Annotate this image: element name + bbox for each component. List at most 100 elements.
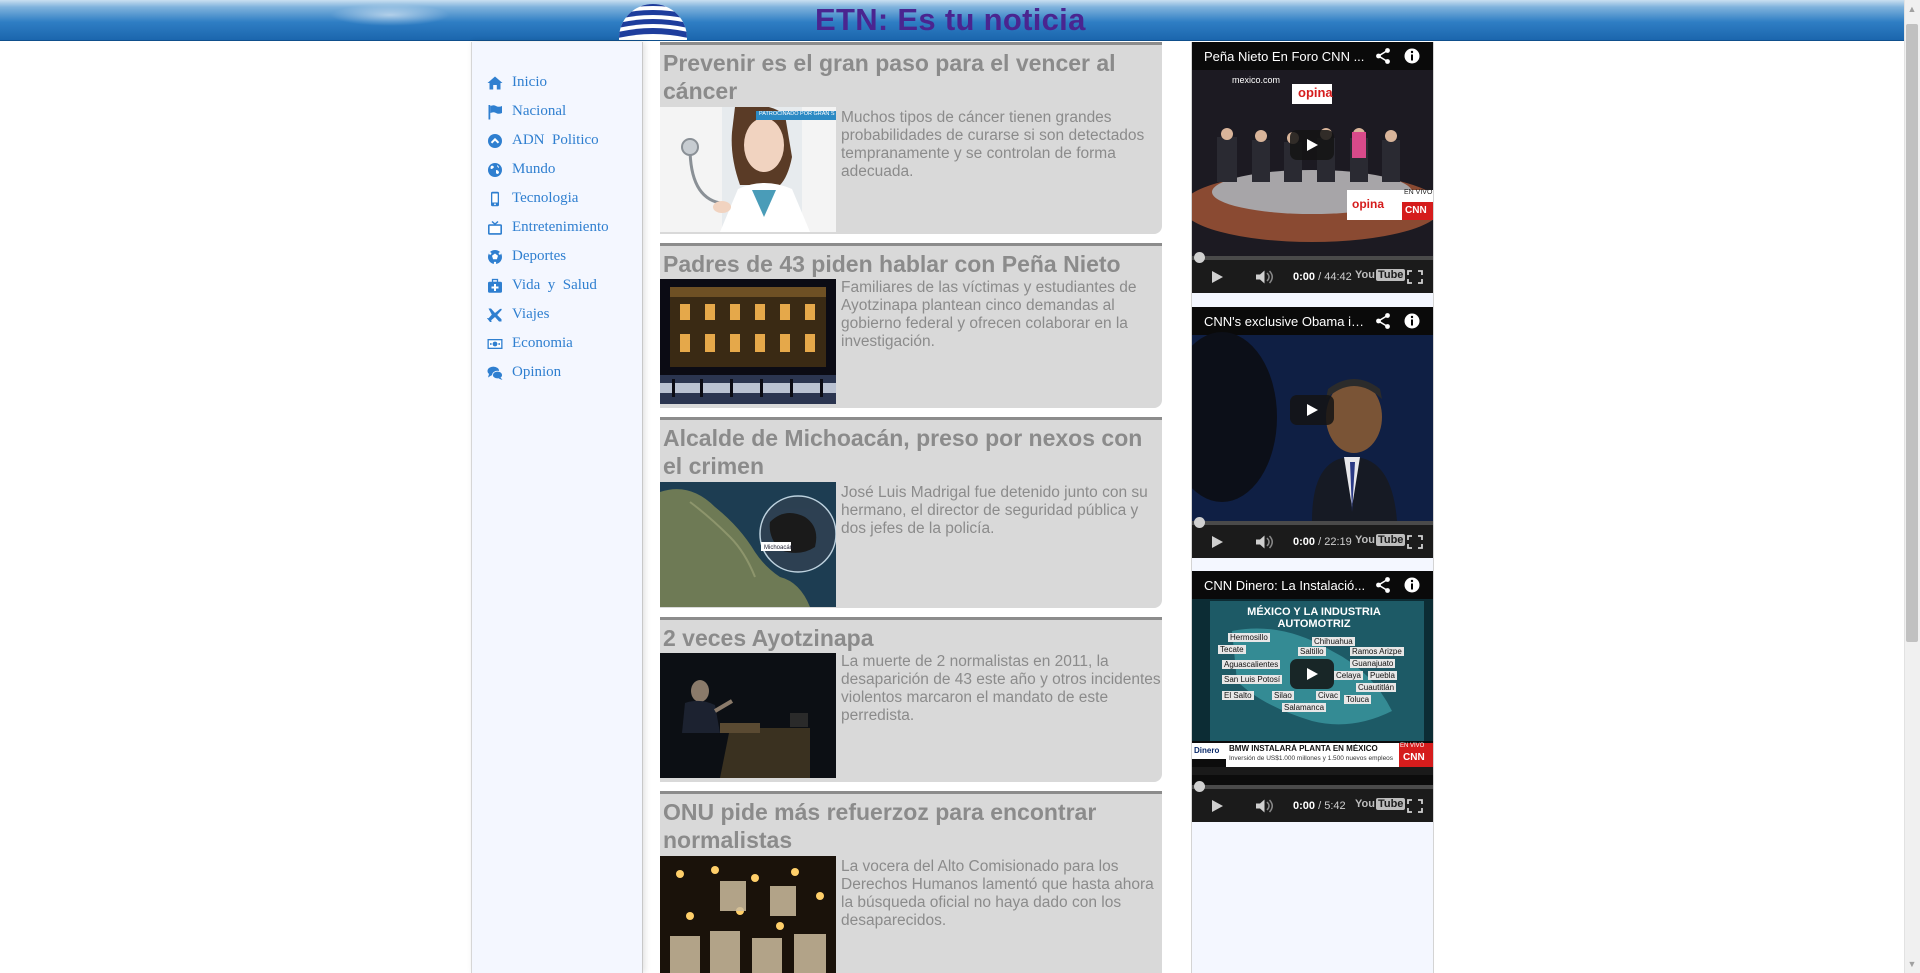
article-card[interactable]: Prevenir es el gran paso para el vencer …	[660, 42, 1162, 234]
home-icon	[487, 76, 503, 89]
video-play-button[interactable]	[1290, 395, 1334, 425]
nav-item-economia[interactable]: Economia	[487, 329, 609, 358]
article-title[interactable]: 2 veces Ayotzinapa	[663, 624, 1158, 652]
fullscreen-icon[interactable]	[1407, 270, 1423, 284]
scroll-down-icon[interactable]: ▼	[1904, 955, 1920, 973]
nav-item-tecnologia[interactable]: Tecnologia	[487, 184, 609, 213]
article-thumbnail[interactable]	[660, 482, 836, 607]
play-icon[interactable]	[1210, 270, 1224, 284]
youtube-logo[interactable]: You Tube	[1355, 534, 1406, 546]
video-progress-bar[interactable]	[1192, 781, 1433, 792]
article-card[interactable]: Alcalde de Michoacán, preso por nexos co…	[660, 417, 1162, 608]
share-icon[interactable]	[1374, 312, 1392, 330]
comments-icon	[487, 366, 503, 380]
mobile-phone-icon	[491, 191, 499, 206]
site-logo[interactable]	[618, 0, 688, 40]
share-icon[interactable]	[1374, 47, 1392, 65]
nav-item-adn-politico[interactable]: ADN Politico	[487, 126, 609, 155]
nav-item-mundo[interactable]: Mundo	[487, 155, 609, 184]
video-overlay-live: EN VIVO	[1404, 189, 1433, 196]
video-overlay-ticker: BMW INSTALARÁ PLANTA EN MÉXICO	[1229, 744, 1378, 753]
video-scrubber[interactable]	[1194, 517, 1205, 528]
city-label: Cuautitlán	[1356, 683, 1397, 692]
nav-item-viajes[interactable]: Viajes	[487, 300, 609, 329]
nav-label: Economia	[512, 335, 573, 351]
sidebar-nav: Inicio Nacional ADN Politico Mundo Tecno…	[471, 42, 643, 973]
article-card[interactable]: Padres de 43 piden hablar con Peña Nieto…	[660, 243, 1162, 408]
video-time: 0:00 / 44:42	[1293, 271, 1352, 283]
tv-icon	[488, 220, 502, 235]
city-label: Tecate	[1218, 645, 1246, 654]
article-title[interactable]: ONU pide más refuerzoz para encontrar no…	[663, 798, 1158, 854]
volume-icon[interactable]	[1255, 270, 1275, 284]
article-thumbnail[interactable]	[660, 856, 836, 973]
circle-chevron-icon	[488, 133, 502, 148]
share-icon[interactable]	[1374, 576, 1392, 594]
header-bar: ETN: Es tu noticia	[0, 0, 1904, 41]
nav-label: Vida y Salud	[512, 277, 597, 293]
video-title[interactable]: CNN's exclusive Obama in...	[1204, 314, 1369, 329]
article-thumbnail[interactable]	[660, 107, 836, 232]
play-icon[interactable]	[1210, 799, 1224, 813]
nav-label: Mundo	[512, 161, 556, 177]
article-card[interactable]: 2 veces Ayotzinapa La muerte de 2 normal…	[660, 617, 1162, 782]
scrollbar-thumb[interactable]	[1906, 24, 1918, 642]
nav-label: Inicio	[512, 74, 547, 90]
info-icon[interactable]	[1403, 576, 1421, 594]
soccer-ball-icon	[488, 249, 502, 264]
article-title[interactable]: Alcalde de Michoacán, preso por nexos co…	[663, 424, 1158, 480]
volume-icon[interactable]	[1255, 535, 1275, 549]
nav-item-vida-salud[interactable]: Vida y Salud	[487, 271, 609, 300]
video-overlay-top: mexico.com	[1232, 75, 1281, 85]
video-play-button[interactable]	[1290, 659, 1334, 689]
volume-icon[interactable]	[1255, 799, 1275, 813]
video-overlay-headline: MÉXICO Y LA INDUSTRIA AUTOMOTRIZ	[1247, 606, 1381, 630]
nav-item-deportes[interactable]: Deportes	[487, 242, 609, 271]
video-player[interactable]: mexico.com opina opina EN VIVO CNN Peña …	[1192, 42, 1433, 293]
video-controls: 0:00 / 44:42 You Tube	[1192, 252, 1433, 293]
article-thumbnail[interactable]	[660, 279, 836, 404]
article-title[interactable]: Prevenir es el gran paso para el vencer …	[663, 49, 1158, 105]
article-title[interactable]: Padres de 43 piden hablar con Peña Nieto	[663, 250, 1158, 278]
video-sidebar: mexico.com opina opina EN VIVO CNN Peña …	[1191, 42, 1434, 973]
medkit-icon	[488, 278, 502, 293]
video-play-button[interactable]	[1290, 130, 1334, 160]
fullscreen-icon[interactable]	[1407, 535, 1423, 549]
video-progress-bar[interactable]	[1192, 517, 1433, 528]
article-summary: La vocera del Alto Comisionado para los …	[841, 858, 1154, 929]
youtube-logo[interactable]: You Tube	[1355, 269, 1406, 281]
video-title[interactable]: CNN Dinero: La Instalació...	[1204, 578, 1369, 593]
play-icon[interactable]	[1210, 535, 1224, 549]
city-label: Salamanca	[1282, 703, 1327, 712]
nav-item-opinion[interactable]: Opinion	[487, 358, 609, 387]
nav-item-nacional[interactable]: Nacional	[487, 97, 609, 126]
city-label: Guanajuato	[1350, 659, 1396, 668]
video-overlay-brand: opina	[1298, 85, 1333, 100]
nav-label: ADN Politico	[512, 132, 599, 148]
video-player[interactable]: CNN's exclusive Obama in... 0:00 / 22:19…	[1192, 307, 1433, 558]
info-icon[interactable]	[1403, 312, 1421, 330]
fullscreen-icon[interactable]	[1407, 799, 1423, 813]
city-label: El Salto	[1222, 691, 1254, 700]
info-icon[interactable]	[1403, 47, 1421, 65]
video-progress-bar[interactable]	[1192, 252, 1433, 263]
article-card[interactable]: ONU pide más refuerzoz para encontrar no…	[660, 791, 1162, 973]
money-icon	[487, 338, 503, 349]
city-label: San Luis Potosí	[1222, 675, 1283, 684]
article-list: Prevenir es el gran paso para el vencer …	[660, 42, 1162, 973]
youtube-logo[interactable]: You Tube	[1355, 798, 1406, 810]
city-label: Ramos Arizpe	[1350, 647, 1404, 656]
video-title[interactable]: Peña Nieto En Foro CNN ...	[1204, 49, 1369, 64]
nav-item-entretenimiento[interactable]: Entretenimiento	[487, 213, 609, 242]
nav-item-inicio[interactable]: Inicio	[487, 68, 609, 97]
flag-icon	[488, 104, 502, 119]
scroll-up-icon[interactable]: ▲	[1904, 0, 1920, 18]
video-player[interactable]: MÉXICO Y LA INDUSTRIA AUTOMOTRIZ Hermosi…	[1192, 571, 1433, 822]
article-summary: La muerte de 2 normalistas en 2011, la d…	[841, 653, 1161, 724]
video-time: 0:00 / 5:42	[1293, 800, 1346, 812]
article-thumbnail[interactable]	[660, 653, 836, 778]
video-overlay-live: EN VIVO	[1400, 743, 1425, 749]
video-overlay-channel: CNN	[1405, 205, 1427, 216]
video-scrubber[interactable]	[1194, 252, 1205, 263]
video-scrubber[interactable]	[1194, 781, 1205, 792]
